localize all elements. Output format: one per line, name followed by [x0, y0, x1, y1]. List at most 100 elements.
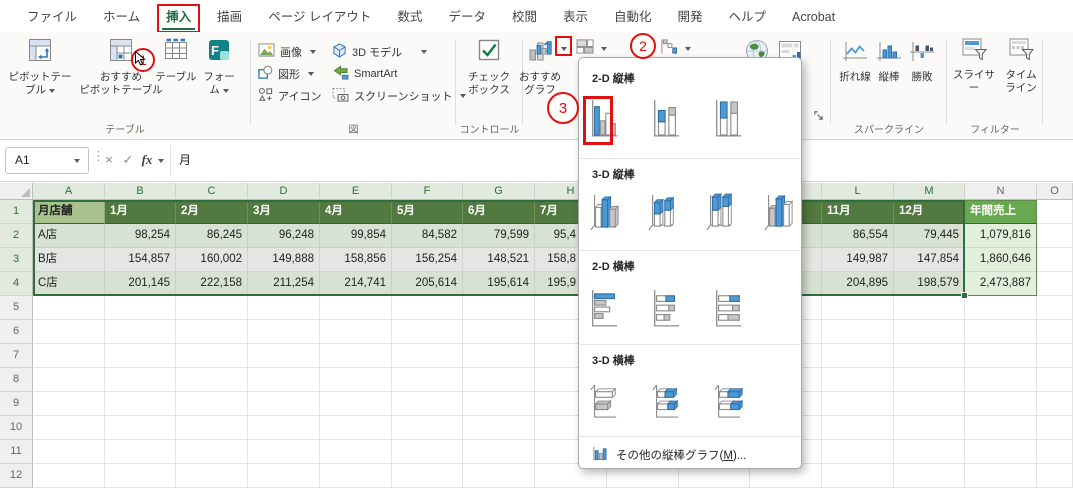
cell-B1[interactable]: 1月 [105, 200, 176, 224]
column-header-N[interactable]: N [965, 183, 1037, 200]
cell-B9[interactable] [105, 392, 176, 416]
cell-A5[interactable] [33, 296, 105, 320]
cell-G10[interactable] [463, 416, 535, 440]
chart-type-bar-clustered[interactable] [587, 284, 621, 332]
chart-type-bar3d-stacked-100[interactable] [711, 378, 745, 426]
tab-file[interactable]: ファイル [14, 4, 90, 32]
column-header-C[interactable]: C [176, 183, 248, 200]
cell-L3[interactable]: 149,987 [822, 248, 894, 272]
row-header-2[interactable]: 2 [0, 224, 33, 248]
row-header-9[interactable]: 9 [0, 392, 33, 416]
cell-M4[interactable]: 198,579 [894, 272, 965, 296]
cell-F6[interactable] [392, 320, 463, 344]
cell-M2[interactable]: 79,445 [894, 224, 965, 248]
cell-E5[interactable] [320, 296, 392, 320]
cell-D7[interactable] [248, 344, 320, 368]
cell-A9[interactable] [33, 392, 105, 416]
forms-button[interactable]: F フォーム [198, 37, 240, 98]
chart-type-col3d-stacked-100[interactable] [703, 188, 737, 236]
slicer-button[interactable]: スライサー [948, 37, 1000, 96]
chart-type-bar3d-clustered[interactable] [587, 378, 621, 426]
cell-F4[interactable]: 205,614 [392, 272, 463, 296]
cell-A7[interactable] [33, 344, 105, 368]
cell-F7[interactable] [392, 344, 463, 368]
chart-type-col-stacked[interactable] [649, 94, 683, 142]
cell-N6[interactable] [965, 320, 1037, 344]
chart-type-col-clustered[interactable] [587, 94, 621, 142]
row-header-8[interactable]: 8 [0, 368, 33, 392]
row-header-12[interactable]: 12 [0, 464, 33, 488]
sparkline-line-button[interactable]: 折れ線 [837, 41, 873, 84]
cell-B12[interactable] [105, 464, 176, 488]
cell-E11[interactable] [320, 440, 392, 464]
cell-O7[interactable] [1037, 344, 1073, 368]
insert-function-button[interactable]: fx [138, 147, 156, 173]
cell-C10[interactable] [176, 416, 248, 440]
cell-O6[interactable] [1037, 320, 1073, 344]
cell-L11[interactable] [822, 440, 894, 464]
cell-F11[interactable] [392, 440, 463, 464]
cell-O12[interactable] [1037, 464, 1073, 488]
tab-formulas[interactable]: 数式 [384, 4, 435, 32]
cell-G4[interactable]: 195,614 [463, 272, 535, 296]
column-header-O[interactable]: O [1037, 183, 1073, 200]
name-box[interactable]: A1 [5, 147, 89, 174]
cell-B10[interactable] [105, 416, 176, 440]
column-header-D[interactable]: D [248, 183, 320, 200]
cell-B11[interactable] [105, 440, 176, 464]
chart-type-col3d-stacked[interactable] [645, 188, 679, 236]
cell-N3[interactable]: 1,860,646 [965, 248, 1037, 272]
table-button[interactable]: テーブル [150, 37, 202, 84]
formula-bar-value[interactable]: 月 [179, 140, 191, 182]
cell-O3[interactable] [1037, 248, 1073, 272]
cell-C6[interactable] [176, 320, 248, 344]
cell-N10[interactable] [965, 416, 1037, 440]
cell-M9[interactable] [894, 392, 965, 416]
cell-N8[interactable] [965, 368, 1037, 392]
pictures-button[interactable]: 画像 [258, 42, 316, 62]
cell-M12[interactable] [894, 464, 965, 488]
cell-F9[interactable] [392, 392, 463, 416]
cell-O2[interactable] [1037, 224, 1073, 248]
cell-M3[interactable]: 147,854 [894, 248, 965, 272]
tab-home[interactable]: ホーム [90, 4, 153, 32]
cell-G11[interactable] [463, 440, 535, 464]
column-header-E[interactable]: E [320, 183, 392, 200]
cell-O11[interactable] [1037, 440, 1073, 464]
cell-C12[interactable] [176, 464, 248, 488]
tab-draw[interactable]: 描画 [204, 4, 255, 32]
select-all-corner[interactable] [0, 183, 33, 200]
cell-E6[interactable] [320, 320, 392, 344]
cell-L9[interactable] [822, 392, 894, 416]
tab-review[interactable]: 校閲 [499, 4, 550, 32]
cell-A3[interactable]: B店 [33, 248, 105, 272]
cell-M7[interactable] [894, 344, 965, 368]
cell-L12[interactable] [822, 464, 894, 488]
cell-D3[interactable]: 149,888 [248, 248, 320, 272]
chart-type-bar-stacked-100[interactable] [711, 284, 745, 332]
cell-A10[interactable] [33, 416, 105, 440]
cancel-button[interactable]: × [100, 147, 118, 173]
cell-L10[interactable] [822, 416, 894, 440]
cell-G2[interactable]: 79,599 [463, 224, 535, 248]
cell-C3[interactable]: 160,002 [176, 248, 248, 272]
sparkline-column-button[interactable]: 縦棒 [873, 41, 905, 84]
cell-D6[interactable] [248, 320, 320, 344]
cell-D2[interactable]: 96,248 [248, 224, 320, 248]
cell-C1[interactable]: 2月 [176, 200, 248, 224]
cell-E10[interactable] [320, 416, 392, 440]
cell-B5[interactable] [105, 296, 176, 320]
cell-O9[interactable] [1037, 392, 1073, 416]
cell-O10[interactable] [1037, 416, 1073, 440]
cell-M8[interactable] [894, 368, 965, 392]
cell-C4[interactable]: 222,158 [176, 272, 248, 296]
cell-D11[interactable] [248, 440, 320, 464]
row-header-6[interactable]: 6 [0, 320, 33, 344]
cell-C8[interactable] [176, 368, 248, 392]
cell-D4[interactable]: 211,254 [248, 272, 320, 296]
column-header-F[interactable]: F [392, 183, 463, 200]
chevron-down-icon[interactable] [155, 147, 167, 173]
cell-F1[interactable]: 5月 [392, 200, 463, 224]
cell-N1[interactable]: 年間売上 [965, 200, 1037, 224]
cell-L2[interactable]: 86,554 [822, 224, 894, 248]
